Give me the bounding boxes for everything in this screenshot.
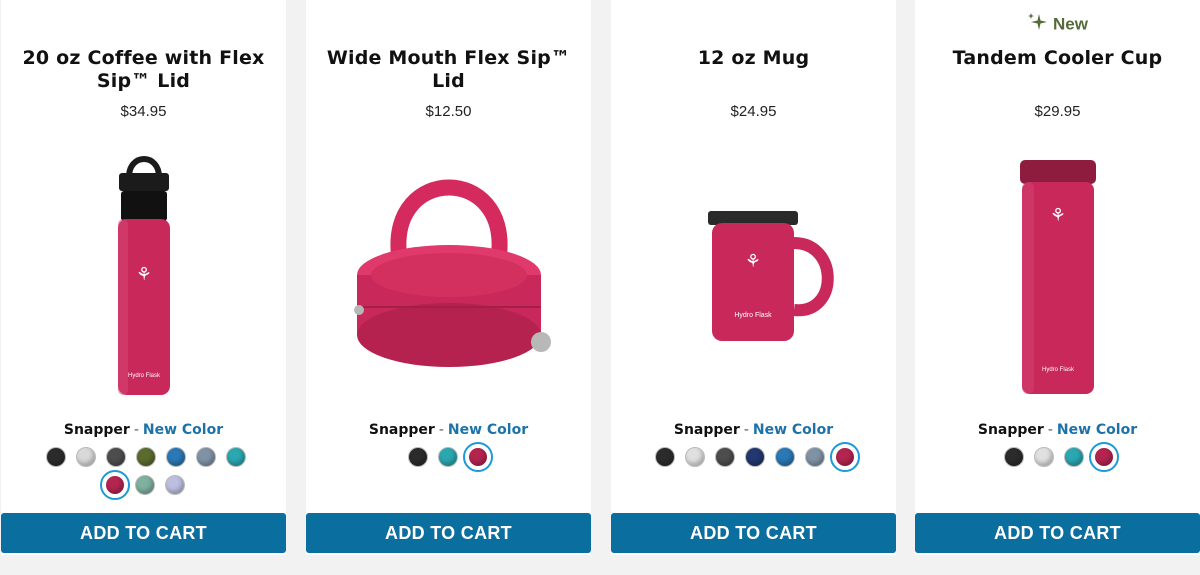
color-swatch[interactable] <box>745 447 765 467</box>
svg-text:Hydro Flask: Hydro Flask <box>127 373 160 379</box>
product-card[interactable]: 20 oz Coffee with Flex Sip™ Lid $34.95 ⚘… <box>1 0 286 555</box>
color-swatch[interactable] <box>685 447 705 467</box>
add-to-cart-button[interactable]: ADD TO CART <box>915 513 1200 553</box>
sparkle-icon <box>1027 12 1048 37</box>
color-name: Snapper <box>368 422 435 438</box>
color-swatch[interactable] <box>775 447 795 467</box>
product-image[interactable]: ⚘ Hydro Flask <box>915 145 1200 405</box>
product-price: $12.50 <box>425 103 472 120</box>
new-color-tag: New Color <box>752 422 834 438</box>
svg-text:Hydro Flask: Hydro Flask <box>734 312 772 319</box>
color-swatch[interactable] <box>165 475 185 495</box>
product-price: $29.95 <box>1034 103 1081 120</box>
color-swatch[interactable] <box>135 475 155 495</box>
add-to-cart-button[interactable]: ADD TO CART <box>611 513 896 553</box>
color-swatch[interactable] <box>805 447 825 467</box>
color-swatch[interactable] <box>1064 447 1084 467</box>
color-swatch[interactable] <box>1034 447 1054 467</box>
new-color-tag: New Color <box>142 422 224 438</box>
color-swatch-selected[interactable] <box>100 470 130 500</box>
color-label: Snapper - New Color <box>977 422 1138 438</box>
color-swatch[interactable] <box>196 447 216 467</box>
color-swatch[interactable] <box>1004 447 1024 467</box>
product-title[interactable]: 20 oz Coffee with Flex Sip™ Lid <box>21 47 266 93</box>
color-swatches <box>1004 442 1124 472</box>
product-card[interactable]: New Tandem Cooler Cup $29.95 ⚘ Hydro Fla… <box>915 0 1200 555</box>
color-swatch[interactable] <box>226 447 246 467</box>
badge-label: New <box>1053 14 1088 34</box>
svg-text:⚘: ⚘ <box>135 264 151 285</box>
color-swatches <box>46 447 246 500</box>
color-name: Snapper <box>673 422 740 438</box>
color-swatch-selected[interactable] <box>463 442 493 472</box>
new-badge: New <box>915 12 1200 37</box>
color-label: Snapper - New Color <box>673 422 834 438</box>
color-swatch[interactable] <box>438 447 458 467</box>
product-title[interactable]: 12 oz Mug <box>631 47 876 70</box>
product-card[interactable]: 12 oz Mug $24.95 ⚘ Hydro Flask Snapper - N… <box>611 0 896 555</box>
product-image[interactable] <box>306 145 591 405</box>
product-card[interactable]: Wide Mouth Flex Sip™ Lid $12.50 Snapper -… <box>306 0 591 555</box>
product-title[interactable]: Wide Mouth Flex Sip™ Lid <box>326 47 571 93</box>
color-swatch[interactable] <box>76 447 96 467</box>
add-to-cart-button[interactable]: ADD TO CART <box>1 513 286 553</box>
color-swatch[interactable] <box>166 447 186 467</box>
color-name: Snapper <box>977 422 1044 438</box>
color-swatches <box>408 442 498 472</box>
product-image[interactable]: ⚘ Hydro Flask <box>611 145 896 405</box>
svg-text:Hydro Flask: Hydro Flask <box>1041 367 1074 373</box>
color-swatch[interactable] <box>715 447 735 467</box>
new-color-tag: New Color <box>447 422 529 438</box>
color-swatch[interactable] <box>46 447 66 467</box>
color-swatch[interactable] <box>655 447 675 467</box>
svg-text:⚘: ⚘ <box>744 251 760 272</box>
color-swatch-selected[interactable] <box>830 442 860 472</box>
color-label: Snapper - New Color <box>63 422 224 438</box>
product-price: $34.95 <box>120 103 167 120</box>
svg-text:⚘: ⚘ <box>1049 205 1065 226</box>
color-swatch[interactable] <box>136 447 156 467</box>
color-swatch[interactable] <box>106 447 126 467</box>
product-price: $24.95 <box>730 103 777 120</box>
product-grid: 20 oz Coffee with Flex Sip™ Lid $34.95 ⚘… <box>0 0 1200 575</box>
color-swatches <box>655 442 865 472</box>
new-color-tag: New Color <box>1056 422 1138 438</box>
color-label: Snapper - New Color <box>368 422 529 438</box>
color-name: Snapper <box>63 422 130 438</box>
color-swatch[interactable] <box>408 447 428 467</box>
product-title[interactable]: Tandem Cooler Cup <box>935 47 1180 70</box>
color-swatch-selected[interactable] <box>1089 442 1119 472</box>
product-image[interactable]: ⚘ Hydro Flask <box>1 145 286 405</box>
add-to-cart-button[interactable]: ADD TO CART <box>306 513 591 553</box>
